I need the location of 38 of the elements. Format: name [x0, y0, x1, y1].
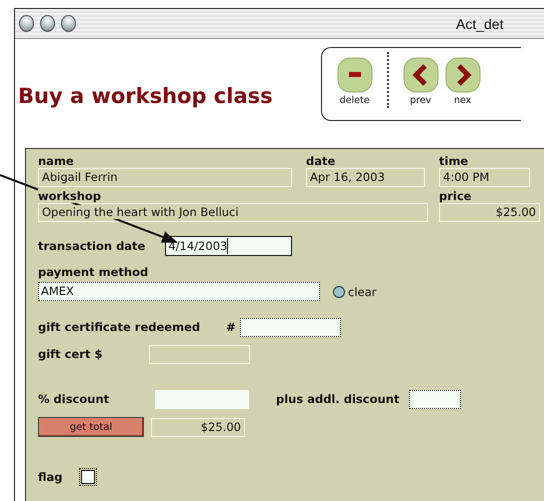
close-button[interactable] [19, 15, 34, 32]
get-total-button[interactable]: get total [38, 417, 144, 437]
field-label: gift cert $ [38, 348, 104, 361]
minus-icon [336, 57, 373, 93]
minimize-button[interactable] [40, 15, 55, 32]
page-title: Buy a workshop class [18, 84, 273, 108]
field-label: payment method [38, 266, 150, 279]
price-field: $25.00 [439, 203, 540, 222]
field-label: % discount [38, 393, 110, 406]
discount-field[interactable] [155, 390, 249, 409]
chevron-right-icon [444, 57, 481, 93]
time-field: 4:00 PM [439, 168, 530, 187]
field-label: plus addl. discount [276, 393, 400, 406]
name-field: Abigail Ferrin [38, 168, 292, 187]
date-field: Apr 16, 2003 [306, 168, 425, 187]
clear-button[interactable]: clear [333, 284, 376, 298]
payment-method-field[interactable]: AMEX [38, 282, 320, 301]
field-label: gift certificate redeemed [38, 321, 200, 334]
field-label: flag [38, 470, 63, 484]
chevron-left-icon [402, 57, 439, 93]
next-button[interactable]: nex [444, 57, 481, 106]
field-label: workshop [38, 190, 102, 203]
field-label: transaction date [38, 240, 146, 252]
zoom-button[interactable] [61, 15, 76, 32]
total-field: $25.00 [151, 418, 245, 436]
previous-button[interactable]: prev [402, 57, 439, 106]
field-label: time [439, 155, 470, 168]
delete-button[interactable]: delete [336, 57, 373, 106]
transaction-date-field[interactable]: 4/14/2003 [165, 236, 292, 256]
field-label: date [306, 155, 336, 168]
workshop-field: Opening the heart with Jon Belluci [38, 203, 428, 222]
certificate-number-field[interactable] [240, 318, 341, 337]
field-label: price [439, 190, 472, 203]
field-label: name [38, 155, 75, 168]
window-title: Act_det [456, 16, 504, 32]
additional-discount-field[interactable] [409, 390, 462, 409]
flag-checkbox[interactable] [80, 470, 95, 484]
field-label: # [226, 321, 236, 334]
